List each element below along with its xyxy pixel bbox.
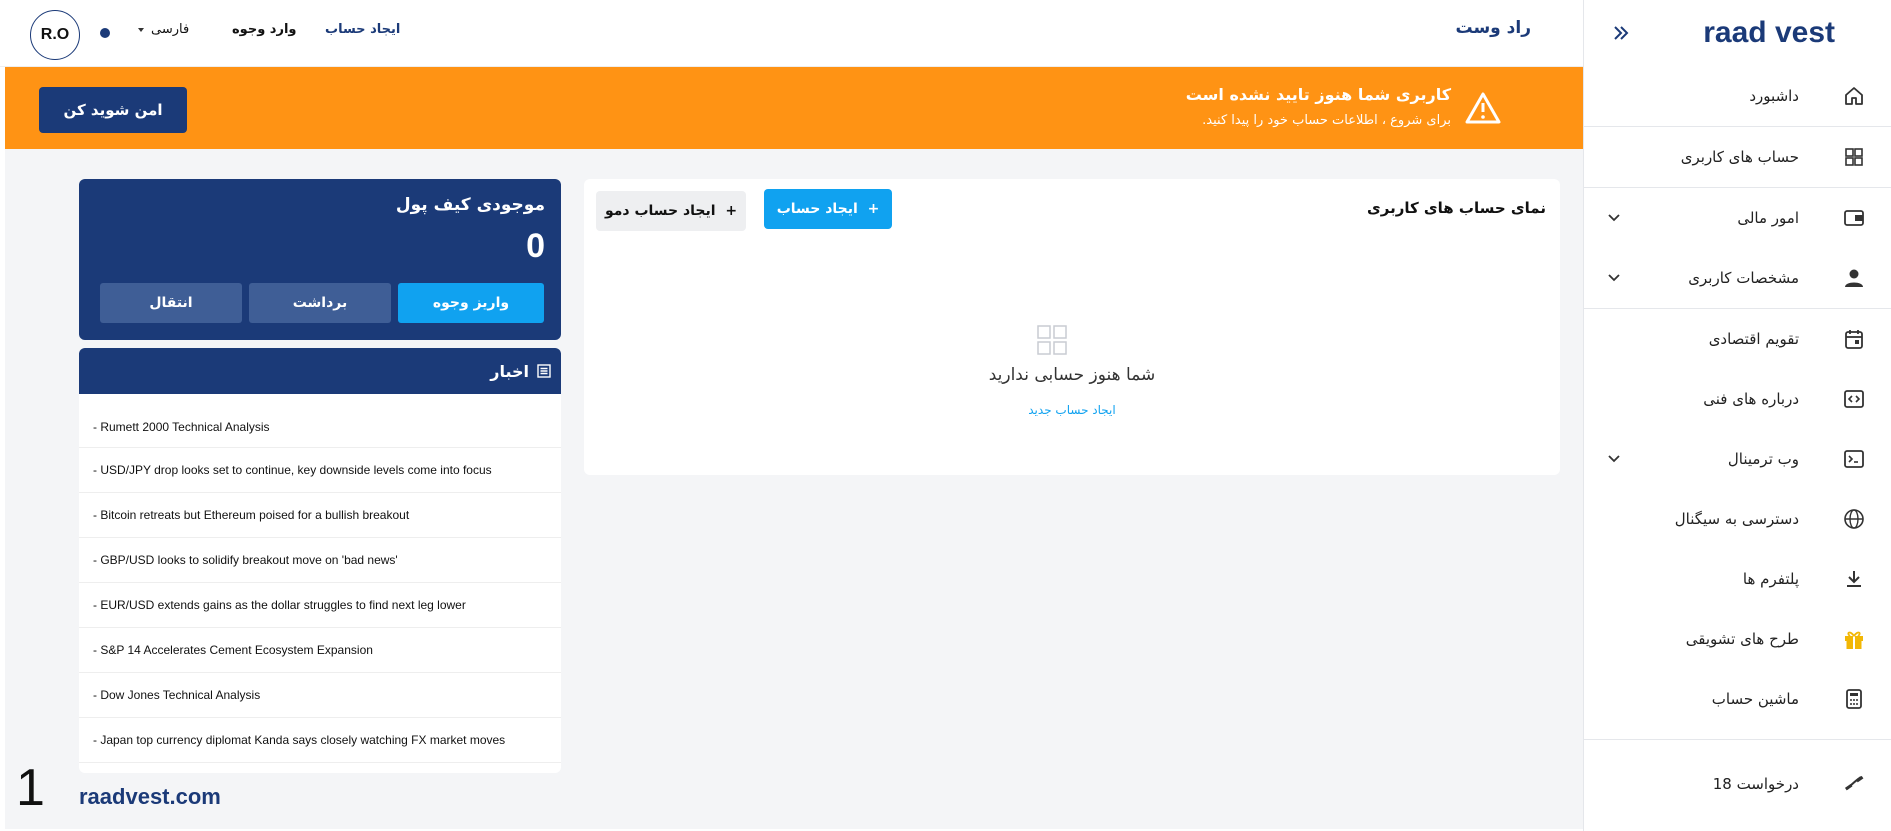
chevron-down-icon bbox=[1608, 214, 1620, 222]
banner-subtitle: برای شروع ، اطلاعات حساب خود را پیدا کنی… bbox=[1202, 113, 1451, 128]
sidebar-item-label: درخواست 18 bbox=[1712, 775, 1799, 793]
news-item[interactable]: - S&P 14 Accelerates Cement Ecosystem Ex… bbox=[79, 628, 561, 673]
sidebar: raad vest داشبورد حساب های کاربری امور م… bbox=[1583, 0, 1891, 831]
sidebar-item-profile[interactable]: مشخصات کاربری bbox=[1583, 248, 1891, 308]
status-dot bbox=[100, 28, 110, 38]
news-item[interactable]: - Dow Jones Technical Analysis bbox=[79, 673, 561, 718]
sidebar-item-signals[interactable]: دسترسی به سیگنال bbox=[1583, 489, 1891, 549]
plus-icon: + bbox=[867, 201, 880, 217]
login-link[interactable]: وارد وجوه bbox=[232, 22, 297, 37]
create-new-account-link[interactable]: ایجاد حساب جدید bbox=[584, 403, 1560, 417]
sidebar-nav: داشبورد حساب های کاربری امور مالی مشخصات… bbox=[1583, 66, 1891, 814]
accounts-panel: نمای حساب های کاربری + ایجاد حساب + ایجا… bbox=[584, 179, 1560, 475]
warning-icon bbox=[1465, 92, 1501, 124]
satellite-icon bbox=[1841, 771, 1867, 797]
sidebar-item-label: مشخصات کاربری bbox=[1688, 269, 1799, 287]
grid-icon bbox=[1841, 144, 1867, 170]
sidebar-item-requests[interactable]: درخواست 18 bbox=[1583, 754, 1891, 814]
deposit-button[interactable]: واریز وجوه bbox=[398, 283, 544, 323]
calculator-icon bbox=[1841, 686, 1867, 712]
site-url: raadvest.com bbox=[79, 784, 221, 809]
double-chevron-right-icon bbox=[1614, 26, 1629, 40]
wallet-icon bbox=[1841, 205, 1867, 231]
chevron-down-icon bbox=[1608, 455, 1620, 463]
sidebar-item-label: تقویم اقتصادی bbox=[1708, 330, 1799, 348]
create-account-label: ایجاد حساب bbox=[776, 201, 858, 217]
sidebar-item-label: داشبورد bbox=[1749, 87, 1799, 105]
language-select[interactable]: فارسی bbox=[137, 22, 189, 37]
create-demo-account-button[interactable]: + ایجاد حساب دمو bbox=[596, 191, 746, 231]
sidebar-item-label: طرح های تشویقی bbox=[1685, 630, 1799, 648]
banner-title: کاربری شما هنوز تایید نشده است bbox=[1185, 85, 1451, 104]
sidebar-item-label: ماشین حساب bbox=[1711, 690, 1799, 708]
accounts-title: نمای حساب های کاربری bbox=[1367, 199, 1546, 217]
sidebar-item-label: درباره های فنی bbox=[1703, 390, 1799, 408]
calendar-icon bbox=[1841, 326, 1867, 352]
divider bbox=[1583, 739, 1891, 740]
withdraw-button[interactable]: برداشت bbox=[249, 283, 391, 323]
wallet-card: موجودی کیف پول 0 واریز وجوه برداشت انتقا… bbox=[79, 179, 561, 340]
verify-button[interactable]: امن شوید کن bbox=[39, 87, 187, 133]
main-content: کاربری شما هنوز تایید نشده است برای شروع… bbox=[5, 67, 1583, 829]
sidebar-item-label: وب ترمینال bbox=[1727, 450, 1799, 468]
news-item[interactable]: - Rumett 2000 Technical Analysis bbox=[79, 406, 561, 448]
sidebar-item-platforms[interactable]: پلتفرم ها bbox=[1583, 549, 1891, 609]
globe-icon bbox=[1841, 506, 1867, 532]
news-panel: اخبار - Rumett 2000 Technical Analysis -… bbox=[79, 348, 561, 773]
news-item[interactable]: - Bitcoin retreats but Ethereum poised f… bbox=[79, 493, 561, 538]
home-icon bbox=[1841, 83, 1867, 109]
transfer-button[interactable]: انتقال bbox=[100, 283, 242, 323]
sidebar-item-accounts[interactable]: حساب های کاربری bbox=[1583, 127, 1891, 187]
wallet-title: موجودی کیف پول bbox=[395, 195, 545, 215]
brand-title: راد وست bbox=[1455, 18, 1531, 38]
download-icon bbox=[1841, 566, 1867, 592]
topbar: راد وست ایجاد حساب وارد وجوه فارسی R.O bbox=[0, 0, 1583, 67]
plus-icon: + bbox=[725, 203, 738, 219]
empty-state-text: شما هنوز حسابی ندارید bbox=[988, 365, 1156, 385]
signup-link[interactable]: ایجاد حساب bbox=[325, 22, 400, 37]
news-list: - Rumett 2000 Technical Analysis - USD/J… bbox=[79, 406, 561, 763]
code-icon bbox=[1841, 386, 1867, 412]
news-item[interactable]: - GBP/USD looks to solidify breakout mov… bbox=[79, 538, 561, 583]
user-icon bbox=[1841, 265, 1867, 291]
news-title: اخبار bbox=[490, 361, 529, 381]
terminal-icon bbox=[1841, 446, 1867, 472]
sidebar-item-technical[interactable]: درباره های فنی bbox=[1583, 369, 1891, 429]
collapse-sidebar-button[interactable] bbox=[1606, 18, 1636, 48]
verification-banner: کاربری شما هنوز تایید نشده است برای شروع… bbox=[5, 67, 1583, 149]
sidebar-item-promotions[interactable]: طرح های تشویقی bbox=[1583, 609, 1891, 669]
create-account-button[interactable]: + ایجاد حساب bbox=[764, 189, 892, 229]
news-item[interactable]: - EUR/USD extends gains as the dollar st… bbox=[79, 583, 561, 628]
newspaper-icon bbox=[537, 364, 551, 378]
sidebar-item-finance[interactable]: امور مالی bbox=[1583, 188, 1891, 248]
chevron-down-icon bbox=[138, 27, 144, 32]
sidebar-item-calculator[interactable]: ماشین حساب bbox=[1583, 669, 1891, 729]
sidebar-item-calendar[interactable]: تقویم اقتصادی bbox=[1583, 309, 1891, 369]
sidebar-item-dashboard[interactable]: داشبورد bbox=[1583, 66, 1891, 126]
sidebar-item-label: حساب های کاربری bbox=[1680, 148, 1799, 166]
news-item[interactable]: - USD/JPY drop looks set to continue, ke… bbox=[79, 448, 561, 493]
wallet-balance: 0 bbox=[526, 227, 545, 265]
avatar[interactable]: R.O bbox=[30, 10, 80, 60]
sidebar-item-label: امور مالی bbox=[1737, 209, 1799, 227]
chevron-down-icon bbox=[1608, 274, 1620, 282]
news-item[interactable]: - Japan top currency diplomat Kanda says… bbox=[79, 718, 561, 763]
page-number: 1 bbox=[16, 759, 45, 817]
logo: raad vest bbox=[1703, 16, 1835, 49]
sidebar-item-web-terminal[interactable]: وب ترمینال bbox=[1583, 429, 1891, 489]
language-label: فارسی bbox=[151, 22, 190, 37]
create-demo-label: ایجاد حساب دمو bbox=[604, 203, 716, 219]
grid-icon bbox=[1037, 325, 1067, 355]
sidebar-item-label: دسترسی به سیگنال bbox=[1674, 510, 1799, 528]
news-header: اخبار bbox=[79, 348, 561, 394]
gift-icon bbox=[1841, 626, 1867, 652]
sidebar-item-label: پلتفرم ها bbox=[1742, 570, 1799, 588]
